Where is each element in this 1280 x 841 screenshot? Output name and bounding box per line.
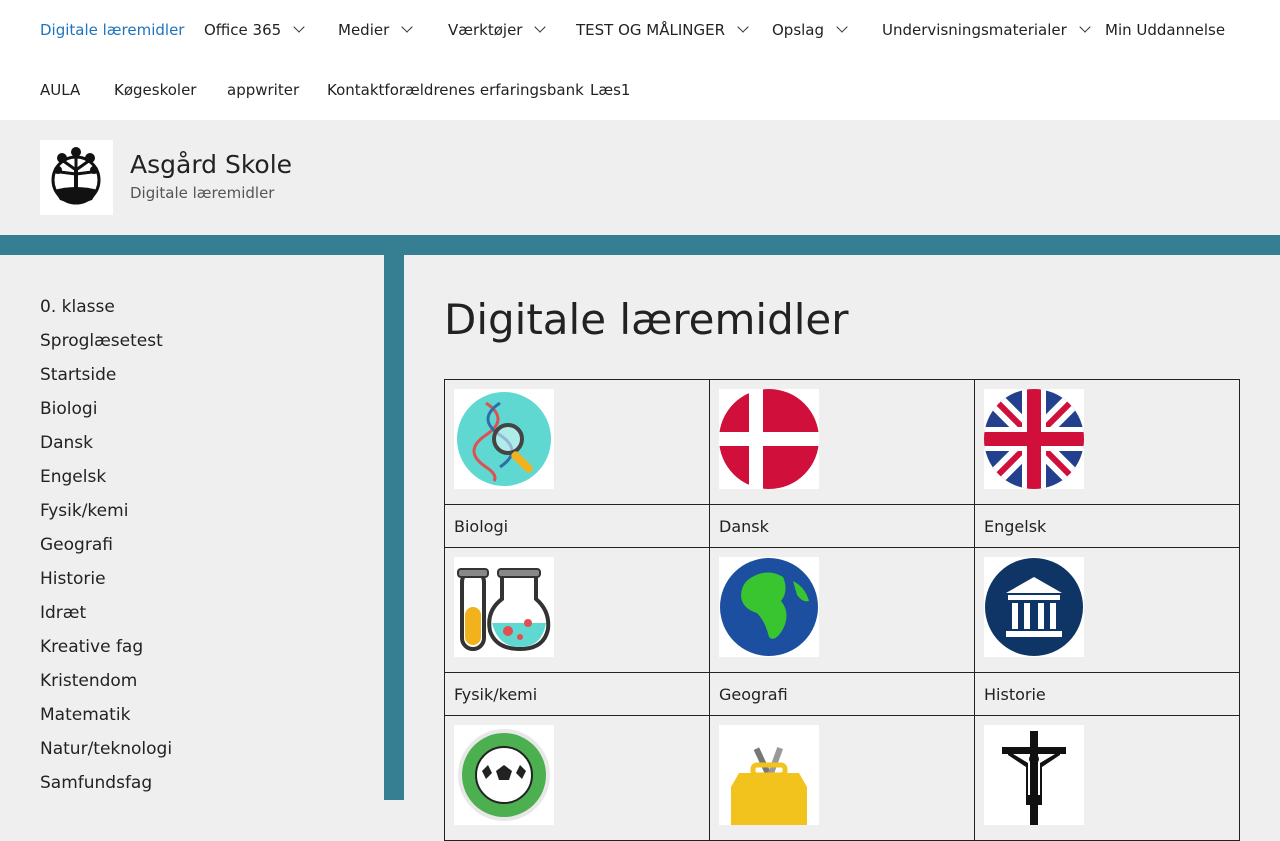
page-title: Digitale læremidler (444, 295, 849, 344)
content-area: Digitale læremidler Biologi Dansk Engels… (404, 255, 1280, 841)
nav-item-digitale-laeremidler[interactable]: Digitale læremidler (40, 0, 184, 60)
site-header: Asgård Skole Digitale læremidler (0, 120, 1280, 235)
header-divider-bar (0, 235, 1280, 255)
cell-label-fysik-kemi: Fysik/kemi (454, 685, 538, 704)
cell-label-biologi: Biologi (454, 517, 509, 536)
sidebar-item-kreative-fag[interactable]: Kreative fag (40, 637, 172, 671)
sidebar-item-fysik-kemi[interactable]: Fysik/kemi (40, 501, 172, 535)
nav-item-test-og-maalinger[interactable]: TEST OG MÅLINGER (576, 0, 749, 60)
sidebar-item-kristendom[interactable]: Kristendom (40, 671, 172, 705)
nav-item-koegeskoler[interactable]: Køgeskoler (114, 60, 196, 120)
museum-icon[interactable] (984, 557, 1084, 657)
nav-item-laes1[interactable]: Læs1 (590, 60, 630, 120)
cell-label-dansk: Dansk (719, 517, 769, 536)
danish-flag-icon[interactable] (719, 389, 819, 489)
uk-flag-icon[interactable] (984, 389, 1084, 489)
subject-grid: Biologi Dansk Engelsk Fysik/kemi Geograf… (444, 379, 1240, 841)
chevron-down-icon (534, 21, 547, 33)
sidebar-item-natur-teknologi[interactable]: Natur/teknologi (40, 739, 172, 773)
sidebar-item-engelsk[interactable]: Engelsk (40, 467, 172, 501)
table-row (444, 379, 1240, 505)
site-description: Digitale læremidler (130, 184, 275, 202)
globe-icon[interactable] (719, 557, 819, 657)
chevron-down-icon (836, 21, 848, 33)
nav-item-min-uddannelse[interactable]: Min Uddannelse (1105, 0, 1225, 60)
test-tubes-icon[interactable] (454, 557, 554, 657)
site-title[interactable]: Asgård Skole (130, 150, 292, 179)
sidebar-item-samfundsfag[interactable]: Samfundsfag (40, 773, 172, 807)
sidebar-menu: 0. klasse Sproglæsetest Startside Biolog… (40, 297, 172, 807)
sidebar-item-biologi[interactable]: Biologi (40, 399, 172, 433)
sidebar-item-historie[interactable]: Historie (40, 569, 172, 603)
content-divider (384, 255, 404, 800)
toolbox-icon[interactable] (719, 725, 819, 825)
table-row: Biologi Dansk Engelsk (444, 504, 1240, 548)
nav-item-aula[interactable]: AULA (40, 60, 80, 120)
chevron-down-icon (737, 21, 749, 33)
main-area: 0. klasse Sproglæsetest Startside Biolog… (0, 255, 1280, 841)
nav-row-secondary: AULA Køgeskoler appwriter Kontaktforældr… (0, 60, 1280, 120)
sidebar-item-idraet[interactable]: Idræt (40, 603, 172, 637)
chevron-down-icon (1079, 21, 1091, 33)
sidebar-item-startside[interactable]: Startside (40, 365, 172, 399)
football-icon[interactable] (454, 725, 554, 825)
table-row: Fysik/kemi Geografi Historie (444, 672, 1240, 716)
nav-item-vaerktoejer[interactable]: Værktøjer (448, 0, 547, 60)
tree-logo-icon (51, 147, 101, 205)
cell-label-historie: Historie (984, 685, 1046, 704)
nav-item-office-365[interactable]: Office 365 (204, 0, 305, 60)
nav-item-opslag[interactable]: Opslag (772, 0, 848, 60)
sidebar-item-0-klasse[interactable]: 0. klasse (40, 297, 172, 331)
crucifix-icon[interactable] (984, 725, 1084, 825)
chevron-down-icon (401, 21, 413, 33)
nav-item-appwriter[interactable]: appwriter (227, 60, 299, 120)
chevron-down-icon (293, 21, 305, 33)
sidebar: 0. klasse Sproglæsetest Startside Biolog… (0, 255, 384, 800)
sidebar-item-matematik[interactable]: Matematik (40, 705, 172, 739)
dna-magnifier-icon[interactable] (454, 389, 554, 489)
nav-item-kontaktforaeldrenes-erfaringsbank[interactable]: Kontaktforældrenes erfaringsbank (327, 60, 584, 120)
sidebar-item-dansk[interactable]: Dansk (40, 433, 172, 467)
table-row (444, 547, 1240, 673)
top-navigation: Digitale læremidler Office 365 Medier Væ… (0, 0, 1280, 120)
cell-label-engelsk: Engelsk (984, 517, 1047, 536)
sidebar-item-sproglaesetest[interactable]: Sproglæsetest (40, 331, 172, 365)
nav-item-medier[interactable]: Medier (338, 0, 413, 60)
sidebar-item-geografi[interactable]: Geografi (40, 535, 172, 569)
table-row (444, 715, 1240, 841)
nav-row-primary: Digitale læremidler Office 365 Medier Væ… (0, 0, 1280, 60)
cell-label-geografi: Geografi (719, 685, 788, 704)
nav-item-undervisningsmaterialer[interactable]: Undervisningsmaterialer (882, 0, 1091, 60)
school-logo[interactable] (40, 140, 113, 215)
